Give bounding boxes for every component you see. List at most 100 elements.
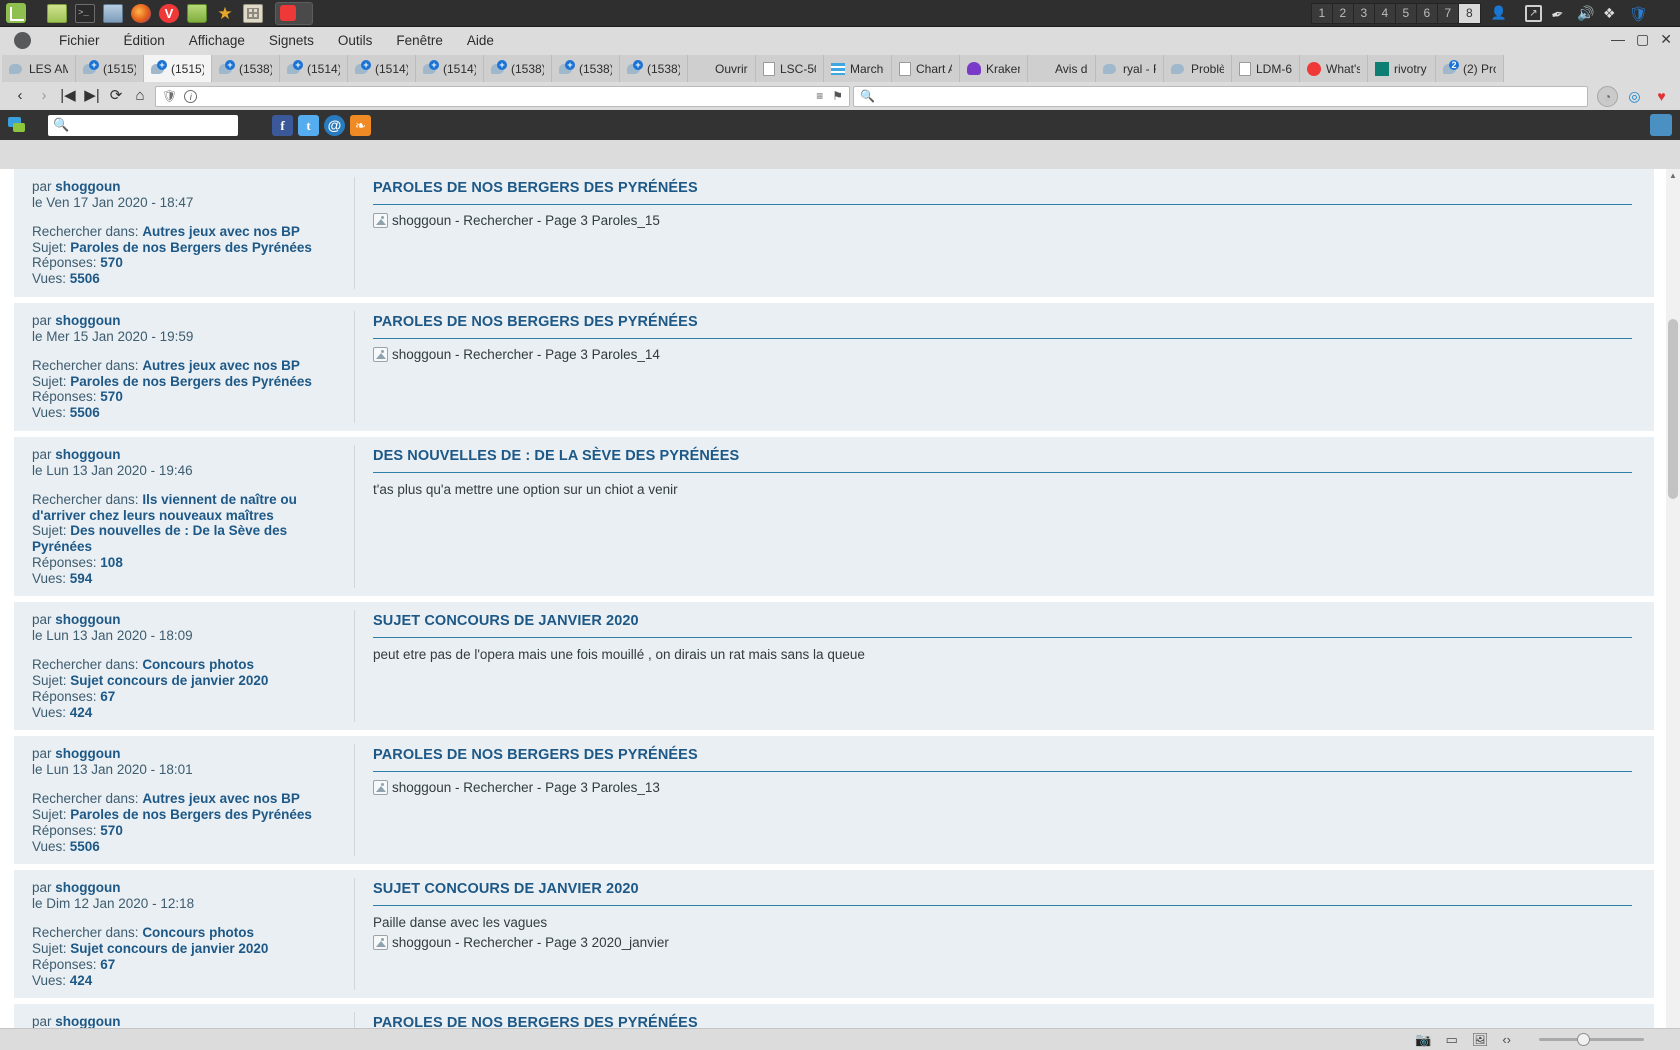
linux-mint-menu-icon[interactable] — [6, 3, 26, 23]
reload-button[interactable]: ⟳ — [104, 85, 128, 107]
fastforward-button[interactable]: ▶| — [80, 85, 104, 107]
tab-11[interactable]: LSC-50 — [756, 55, 824, 82]
taskbar-window-button[interactable] — [275, 1, 313, 25]
profile-avatar[interactable]: ◔ — [1597, 85, 1618, 107]
forumactif-search-input[interactable]: 🔍 — [48, 114, 238, 136]
tiling-icon[interactable]: ▭ — [1446, 1032, 1458, 1048]
author-name[interactable]: shoggoun — [55, 447, 120, 462]
workspace-4[interactable]: 4 — [1375, 3, 1396, 23]
minimize-button[interactable]: — — [1611, 31, 1625, 48]
result-title-link[interactable]: SUJET CONCOURS DE JANVIER 2020 — [373, 881, 639, 899]
menu-item-0[interactable]: Fichier — [47, 30, 112, 51]
subject-link[interactable]: Paroles de nos Bergers des Pyrénées — [70, 374, 312, 389]
tab-0[interactable]: LES AMIS — [2, 55, 76, 82]
vivaldi-settings-icon[interactable]: ♥ — [1651, 86, 1672, 107]
firefox-icon[interactable] — [131, 3, 151, 23]
vivaldi-logo-icon[interactable] — [14, 32, 31, 49]
closed-tabs-trash-icon[interactable] — [1652, 55, 1680, 82]
workspace-1[interactable]: 1 — [1312, 3, 1333, 23]
page-scrollbar[interactable]: ▲ ▼ — [1666, 169, 1680, 1050]
forumactif-logo-icon[interactable] — [8, 117, 26, 133]
tab-4[interactable]: (1514) — [280, 55, 348, 82]
subject-link[interactable]: Sujet concours de janvier 2020 — [70, 673, 268, 688]
tab-19[interactable]: What's — [1300, 55, 1368, 82]
developer-tools-icon[interactable]: ‹› — [1502, 1032, 1511, 1047]
facebook-share-icon[interactable]: f — [272, 114, 293, 136]
close-button[interactable]: ✕ — [1660, 31, 1672, 48]
tab-15[interactable]: Avis de — [1028, 55, 1096, 82]
result-title-link[interactable]: DES NOUVELLES DE : DE LA SÈVE DES PYRÉNÉ… — [373, 448, 739, 466]
tab-21[interactable]: (2) Pro — [1436, 55, 1504, 82]
tab-7[interactable]: (1538) — [484, 55, 552, 82]
author-name[interactable]: shoggoun — [55, 179, 120, 194]
tab-10[interactable]: Ouvrir — [688, 55, 756, 82]
workspace-switcher[interactable]: 12345678 — [1310, 2, 1481, 24]
vivaldi-icon[interactable]: V — [159, 3, 179, 23]
tab-8[interactable]: (1538) — [552, 55, 620, 82]
tab-3[interactable]: (1538) — [212, 55, 280, 82]
workspace-5[interactable]: 5 — [1396, 3, 1417, 23]
menu-item-3[interactable]: Signets — [257, 30, 326, 51]
tab-14[interactable]: Kraken — [960, 55, 1028, 82]
workspace-6[interactable]: 6 — [1417, 3, 1438, 23]
email-share-icon[interactable]: @ — [324, 114, 345, 136]
calculator-icon[interactable] — [243, 3, 263, 23]
search-field[interactable]: 🔍 — [853, 85, 1588, 107]
image-viewer-icon[interactable] — [103, 3, 123, 23]
result-title-link[interactable]: PAROLES DE NOS BERGERS DES PYRÉNÉES — [373, 314, 698, 332]
home-button[interactable]: ⌂ — [128, 85, 152, 107]
subject-link[interactable]: Paroles de nos Bergers des Pyrénées — [70, 807, 312, 822]
bookmark-icon[interactable]: ⚑ — [832, 89, 843, 103]
rewind-button[interactable]: |◀ — [56, 85, 80, 107]
back-button[interactable]: ‹ — [8, 85, 32, 107]
menu-item-6[interactable]: Aide — [455, 30, 506, 51]
url-field[interactable]: 🛡 i ≡ ⚑ — [155, 85, 850, 107]
forward-button[interactable]: › — [32, 85, 56, 107]
image-toggle-icon[interactable]: 🖼 — [1472, 1032, 1489, 1048]
tab-6[interactable]: (1514) — [416, 55, 484, 82]
scrollbar-thumb[interactable] — [1668, 319, 1678, 499]
maximize-button[interactable]: ▢ — [1636, 31, 1649, 48]
author-name[interactable]: shoggoun — [55, 746, 120, 761]
forum-link[interactable]: Concours photos — [142, 657, 254, 672]
workspace-3[interactable]: 3 — [1354, 3, 1375, 23]
scroll-to-top-icon[interactable] — [1650, 114, 1672, 136]
screenshot-tray-icon[interactable] — [1525, 4, 1542, 22]
volume-tray-icon[interactable]: 🔊 — [1577, 5, 1594, 22]
site-info-icon[interactable]: i — [184, 89, 198, 103]
tab-5[interactable]: (1514) — [348, 55, 416, 82]
zoom-slider-handle[interactable] — [1577, 1033, 1590, 1046]
tab-2[interactable]: (1515) — [144, 55, 212, 82]
twitter-share-icon[interactable]: t — [298, 114, 319, 136]
tab-16[interactable]: ryal - R — [1096, 55, 1164, 82]
author-name[interactable]: shoggoun — [55, 880, 120, 895]
new-tab-button[interactable] — [1504, 55, 1526, 82]
subject-link[interactable]: Paroles de nos Bergers des Pyrénées — [70, 240, 312, 255]
result-title-link[interactable]: PAROLES DE NOS BERGERS DES PYRÉNÉES — [373, 747, 698, 765]
tab-13[interactable]: Chart A — [892, 55, 960, 82]
tab-18[interactable]: LDM-6 — [1232, 55, 1300, 82]
author-name[interactable]: shoggoun — [55, 612, 120, 627]
window-controls[interactable]: — ▢ ✕ — [1611, 31, 1672, 48]
capture-page-icon[interactable]: 📷 — [1415, 1032, 1431, 1048]
menu-item-1[interactable]: Édition — [112, 30, 177, 51]
user-account-icon[interactable]: 👤 — [1491, 5, 1507, 21]
scroll-up-arrow[interactable]: ▲ — [1666, 169, 1680, 183]
subject-link[interactable]: Sujet concours de janvier 2020 — [70, 941, 268, 956]
result-title-link[interactable]: PAROLES DE NOS BERGERS DES PYRÉNÉES — [373, 180, 698, 198]
subject-link[interactable]: Des nouvelles de : De la Sève des Pyréné… — [32, 523, 287, 554]
workspace-7[interactable]: 7 — [1438, 3, 1459, 23]
shield-update-tray-icon[interactable]: 🛡 — [1629, 5, 1648, 23]
terminal-icon[interactable]: >_ — [75, 3, 95, 23]
dropbox-tray-icon[interactable]: ❖ — [1603, 5, 1620, 22]
tab-20[interactable]: rivotry — [1368, 55, 1436, 82]
tab-1[interactable]: (1515) — [76, 55, 144, 82]
pen-tray-icon[interactable]: ✒ — [1549, 3, 1570, 25]
sync-icon[interactable]: ◎ — [1624, 86, 1645, 107]
forum-link[interactable]: Autres jeux avec nos BP — [142, 224, 300, 239]
menu-item-5[interactable]: Fenêtre — [384, 30, 455, 51]
author-name[interactable]: shoggoun — [55, 313, 120, 328]
tab-9[interactable]: (1538) — [620, 55, 688, 82]
zoom-slider[interactable] — [1539, 1033, 1644, 1046]
menu-item-2[interactable]: Affichage — [177, 30, 257, 51]
